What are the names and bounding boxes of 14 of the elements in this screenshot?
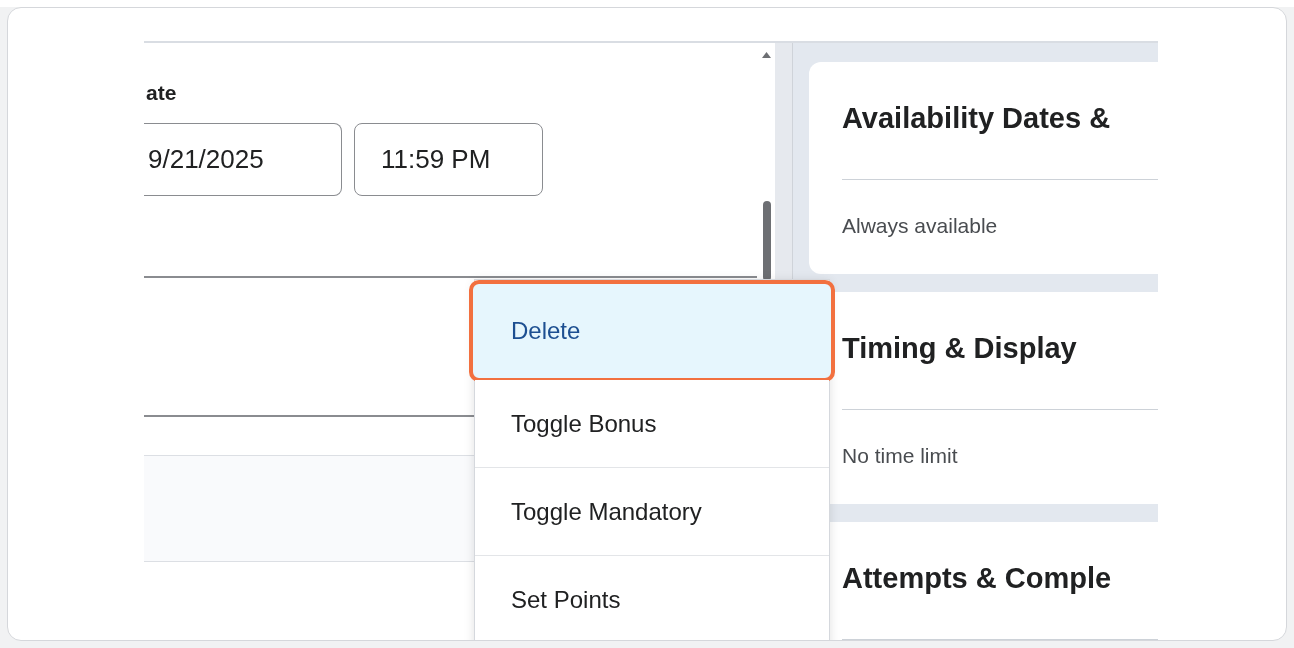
card-title: Attempts & Comple [842, 522, 1158, 640]
card-title: Availability Dates & [842, 62, 1158, 180]
card-summary: Always available [842, 214, 999, 238]
menu-item[interactable]: Delete [471, 282, 833, 380]
scrollbar-thumb[interactable] [763, 201, 771, 281]
date-field[interactable]: 9/21/2025 [144, 123, 342, 196]
card-summary: No time limit [842, 444, 959, 468]
menu-item[interactable]: Toggle Bonus [475, 380, 829, 468]
time-field[interactable]: 11:59 PM [354, 123, 543, 196]
menu-item[interactable]: Toggle Mandatory [475, 468, 829, 556]
menu-item[interactable]: Set Points [475, 556, 829, 640]
scroll-up-icon[interactable] [762, 52, 771, 58]
field-label: ate [146, 81, 178, 105]
card-title: Timing & Display [842, 292, 1158, 410]
